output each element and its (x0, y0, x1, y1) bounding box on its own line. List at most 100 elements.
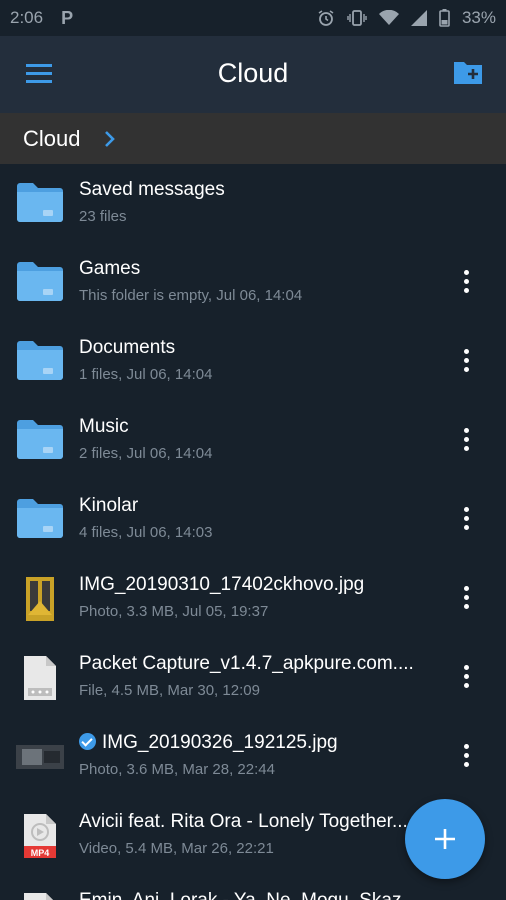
chevron-right-icon (105, 130, 116, 147)
more-vert-icon (463, 507, 469, 512)
file-list: Saved messages 23 files Games This folder i… (0, 164, 506, 900)
more-vert-icon (463, 279, 469, 284)
list-item-meta: File, 4.5 MB, Mar 30, 12:09 (79, 682, 260, 699)
list-item-meta: 1 files, Jul 06, 14:04 (79, 366, 213, 383)
list-item[interactable]: IMG_20190326_192125.jpg Photo, 3.6 MB, Ma… (0, 717, 506, 796)
more-vert-icon (463, 270, 469, 275)
more-options-button[interactable] (456, 744, 476, 772)
new-folder-button[interactable] (452, 56, 484, 88)
folder-icon (17, 420, 63, 459)
list-item[interactable]: Documents 1 files, Jul 06, 14:04 (0, 322, 506, 401)
status-bar: 2:06 P 33% (0, 0, 506, 36)
more-options-button[interactable] (456, 428, 476, 456)
status-icons: 33% (317, 8, 496, 28)
list-item-meta: Photo, 3.3 MB, Jul 05, 19:37 (79, 603, 269, 620)
page-title: Cloud (217, 58, 289, 88)
more-options-button[interactable] (456, 586, 476, 614)
more-vert-icon (463, 595, 469, 600)
list-item-meta: This folder is empty, Jul 06, 14:04 (79, 287, 303, 304)
list-item-icon (16, 733, 64, 777)
folder-icon (17, 499, 63, 538)
list-item-name-text: Documents (79, 337, 176, 358)
photo-thumbnail-icon (26, 577, 54, 621)
more-vert-icon (463, 674, 469, 679)
list-item-name: Avicii feat. Rita Ora - Lonely Together.… (79, 811, 408, 833)
list-item[interactable]: Music 2 files, Jul 06, 14:04 (0, 401, 506, 480)
check-circle-icon (79, 733, 96, 750)
more-vert-icon (463, 683, 469, 688)
list-item-name: Emin, Ani, Lorak - Ya, Ne, Mogu, Skaz (79, 890, 401, 900)
list-item-meta: 4 files, Jul 06, 14:03 (79, 524, 213, 541)
list-item-name: Documents (79, 337, 175, 359)
list-item-name: Saved messages (79, 179, 225, 201)
list-item-meta: Photo, 3.6 MB, Mar 28, 22:44 (79, 761, 275, 778)
more-vert-icon (463, 428, 469, 433)
more-vert-icon (463, 753, 469, 758)
list-item-icon: MP4 (16, 812, 64, 858)
app-bar: Cloud (0, 36, 506, 113)
battery-icon (439, 9, 450, 27)
mp4-badge: MP4 (30, 848, 50, 858)
wifi-icon (378, 10, 399, 25)
list-item-name: IMG_20190310_17402ckhovo.jpg (79, 574, 364, 596)
list-item-name-text: IMG_20190310_17402ckhovo.jpg (79, 574, 365, 595)
more-vert-icon (463, 744, 469, 749)
more-vert-icon (463, 604, 469, 609)
more-vert-icon (463, 446, 469, 451)
list-item-name-text: Avicii feat. Rita Ora - Lonely Together.… (79, 811, 408, 832)
new-folder-icon (454, 62, 482, 84)
list-item-name: Kinolar (79, 495, 138, 517)
list-item-meta: Video, 5.4 MB, Mar 26, 22:21 (79, 840, 274, 857)
folder-icon (17, 341, 63, 380)
plus-icon (435, 829, 455, 849)
more-vert-icon (463, 586, 469, 591)
breadcrumb: Cloud (0, 113, 506, 164)
more-options-button[interactable] (456, 665, 476, 693)
list-item-meta: 2 files, Jul 06, 14:04 (79, 445, 213, 462)
list-item-name: IMG_20190326_192125.jpg (79, 732, 338, 754)
more-vert-icon (463, 516, 469, 521)
status-time: 2:06 (10, 8, 44, 27)
list-item-name-text: IMG_20190326_192125.jpg (102, 732, 338, 753)
more-vert-icon (463, 358, 469, 363)
list-item-icon (16, 338, 64, 382)
more-options-button[interactable] (456, 270, 476, 298)
more-vert-icon (463, 367, 469, 372)
list-item-icon (16, 259, 64, 303)
more-options-button[interactable] (456, 507, 476, 535)
more-vert-icon (463, 349, 469, 354)
parking-notification-icon: P (61, 7, 74, 28)
list-item-meta: 23 files (79, 208, 127, 225)
list-item-name: Packet Capture_v1.4.7_apkpure.com.... (79, 653, 414, 675)
list-item[interactable]: IMG_20190310_17402ckhovo.jpg Photo, 3.3 M… (0, 559, 506, 638)
list-item-name-text: Music (79, 416, 129, 437)
list-item-name: Games (79, 258, 140, 280)
more-vert-icon (463, 437, 469, 442)
alarm-icon (318, 10, 334, 26)
list-item-icon (16, 417, 64, 461)
more-vert-icon (463, 762, 469, 767)
folder-icon (17, 262, 63, 301)
list-item[interactable]: Packet Capture_v1.4.7_apkpure.com.... Fil… (0, 638, 506, 717)
breadcrumb-item-cloud[interactable]: Cloud (23, 126, 80, 152)
list-item-name: Music (79, 416, 129, 438)
list-item-name-text: Emin, Ani, Lorak - Ya, Ne, Mogu, Skaz (79, 890, 401, 900)
add-fab-button[interactable] (405, 799, 485, 879)
file-icon (24, 656, 56, 700)
list-item-icon (16, 654, 64, 700)
list-item[interactable]: Emin, Ani, Lorak - Ya, Ne, Mogu, Skaz (0, 875, 506, 900)
list-item-name-text: Packet Capture_v1.4.7_apkpure.com.... (79, 653, 414, 674)
list-item[interactable]: Kinolar 4 files, Jul 06, 14:03 (0, 480, 506, 559)
list-item-icon (16, 575, 64, 621)
more-vert-icon (463, 525, 469, 530)
more-vert-icon (463, 288, 469, 293)
list-item-name-text: Saved messages (79, 179, 225, 200)
file-icon (24, 893, 53, 900)
vibrate-icon (347, 10, 367, 26)
more-options-button[interactable] (456, 349, 476, 377)
cell-signal-icon (410, 10, 427, 26)
list-item[interactable]: Saved messages 23 files (0, 164, 506, 243)
list-item-icon (16, 180, 64, 224)
photo-thumbnail-icon (16, 745, 64, 769)
list-item[interactable]: Games This folder is empty, Jul 06, 14:04 (0, 243, 506, 322)
